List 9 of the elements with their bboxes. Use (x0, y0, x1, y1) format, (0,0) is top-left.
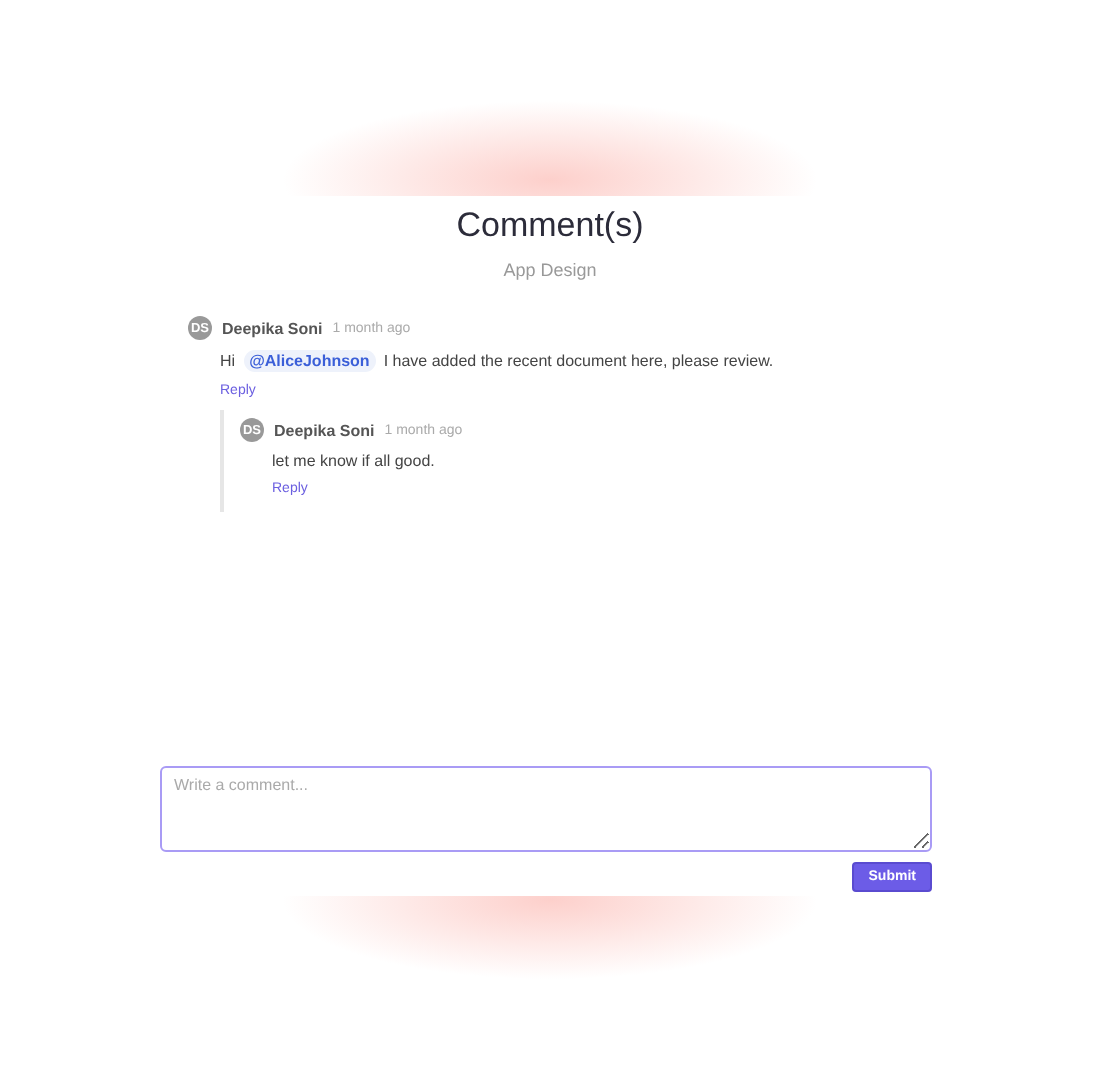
mention-tag[interactable]: @AliceJohnson (243, 350, 376, 372)
page-title: Comment(s) (454, 206, 646, 246)
author-name: Deepika Soni (274, 421, 375, 439)
comment-text: I have added the recent document here, please review. (383, 352, 774, 370)
comment-field[interactable]: Write a comment... (160, 766, 932, 852)
subtitle: App Design (501, 260, 599, 280)
comment-text: let me know if all good. (272, 452, 435, 470)
author-name: Deepika Soni (222, 319, 323, 337)
comment-text: Hi (220, 352, 236, 370)
